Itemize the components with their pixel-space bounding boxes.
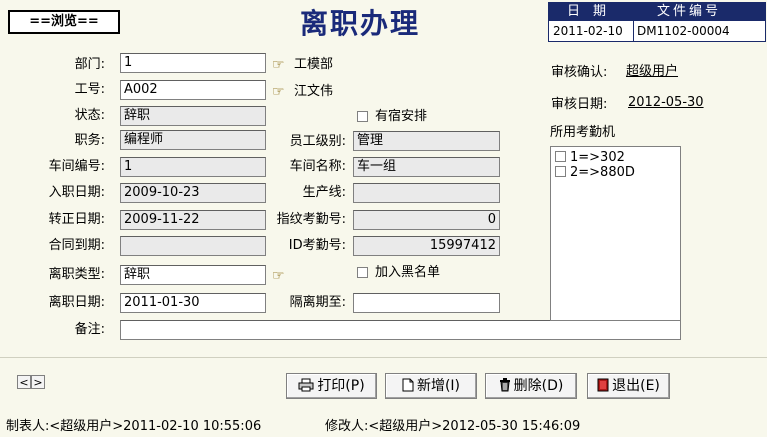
machine-checkbox[interactable] (555, 166, 566, 177)
emp-lookup-icon[interactable]: ☞ (272, 83, 292, 101)
emp-no-input[interactable]: A002 (120, 80, 266, 100)
delete-button[interactable]: 删除(D) (485, 373, 577, 399)
contract-expiry-field (120, 236, 266, 256)
remark-label: 备注: (74, 322, 105, 337)
leave-type-input[interactable]: 辞职 (120, 265, 266, 285)
next-record-button[interactable]: > (31, 375, 45, 389)
file-no-header: 文件编号 (657, 4, 722, 19)
position-label: 职务: (74, 133, 105, 148)
status-field: 辞职 (120, 106, 266, 126)
fp-attendance-field: 0 (353, 210, 500, 230)
review-date-value: 2012-05-30 (628, 95, 704, 110)
contract-expiry-label: 合同到期: (48, 238, 105, 253)
dept-name: 工模部 (294, 57, 334, 72)
modifier-info: 修改人:<超级用户>2012-05-30 15:46:09 (325, 419, 581, 434)
hire-date-field: 2009-10-23 (120, 183, 266, 203)
print-button-label: 打印(P) (317, 378, 365, 394)
review-confirm-label: 审核确认: (551, 65, 608, 80)
workshop-no-field: 1 (120, 157, 266, 177)
dorm-checkbox-label: 有宿安排 (375, 109, 428, 124)
emp-level-field: 管理 (353, 131, 500, 151)
position-field: 编程师 (120, 130, 266, 150)
document-info-table: 日 期 文件编号 2011-02-10 DM1102-00004 (548, 2, 766, 42)
doc-date: 2011-02-10 (553, 24, 623, 38)
status-label: 状态: (74, 108, 105, 123)
attendance-machines-list[interactable]: 1=>302 2=>880D (550, 146, 681, 321)
leave-date-label: 离职日期: (48, 295, 105, 310)
isolation-until-label: 隔离期至: (289, 295, 346, 310)
browse-button[interactable]: ==浏览== (8, 10, 120, 34)
production-line-label: 生产线: (302, 185, 346, 200)
add-button[interactable]: 新增(I) (385, 373, 477, 399)
dorm-checkbox[interactable] (357, 111, 368, 122)
hire-date-label: 入职日期: (48, 185, 105, 200)
page-title: 离职办理 (300, 7, 421, 40)
production-line-field (353, 183, 500, 203)
machine-label: 1=>302 (570, 150, 625, 165)
blacklist-checkbox-label: 加入黑名单 (375, 265, 441, 280)
date-header: 日 期 (567, 4, 607, 19)
dept-label: 部门: (74, 57, 105, 72)
section-divider (0, 357, 767, 358)
confirm-date-field: 2009-11-22 (120, 210, 266, 230)
fp-attendance-label: 指纹考勤号: (276, 212, 346, 227)
trash-icon (499, 374, 511, 398)
creator-info: 制表人:<超级用户>2011-02-10 10:55:06 (6, 419, 262, 434)
workshop-name-label: 车间名称: (289, 159, 346, 174)
leave-type-label: 离职类型: (48, 267, 105, 282)
doc-file-no: DM1102-00004 (637, 24, 730, 38)
machine-label: 2=>880D (570, 165, 635, 180)
new-document-icon (402, 374, 414, 398)
isolation-until-input[interactable] (353, 293, 500, 313)
attendance-machines-label: 所用考勤机 (550, 125, 616, 140)
document-info-row: 2011-02-10 DM1102-00004 (549, 21, 765, 41)
leave-type-lookup-icon[interactable]: ☞ (272, 267, 292, 285)
printer-icon (298, 374, 314, 398)
exit-door-icon (597, 374, 609, 398)
id-attendance-field: 15997412 (353, 236, 500, 256)
emp-name: 江文伟 (294, 84, 334, 99)
prev-record-button[interactable]: < (17, 375, 31, 389)
document-info-divider (633, 21, 634, 41)
review-confirm-value: 超级用户 (626, 64, 679, 79)
blacklist-checkbox[interactable] (357, 267, 368, 278)
add-button-label: 新增(I) (416, 378, 461, 394)
emp-level-label: 员工级别: (289, 134, 346, 149)
emp-no-label: 工号: (74, 82, 105, 97)
workshop-no-label: 车间编号: (48, 159, 105, 174)
exit-button-label: 退出(E) (612, 378, 660, 394)
workshop-name-field: 车一组 (353, 157, 500, 177)
list-item[interactable]: 1=>302 (555, 150, 625, 166)
review-date-label: 审核日期: (551, 97, 608, 112)
delete-button-label: 删除(D) (513, 378, 564, 394)
remark-input[interactable] (120, 320, 681, 340)
confirm-date-label: 转正日期: (48, 212, 105, 227)
id-attendance-label: ID考勤号: (288, 238, 346, 253)
document-info-header: 日 期 文件编号 (549, 3, 765, 21)
dept-lookup-icon[interactable]: ☞ (272, 56, 292, 74)
leave-date-input[interactable]: 2011-01-30 (120, 293, 266, 313)
machine-checkbox[interactable] (555, 151, 566, 162)
dept-input[interactable]: 1 (120, 53, 266, 73)
exit-button[interactable]: 退出(E) (587, 373, 670, 399)
list-item[interactable]: 2=>880D (555, 165, 635, 181)
print-button[interactable]: 打印(P) (286, 373, 377, 399)
